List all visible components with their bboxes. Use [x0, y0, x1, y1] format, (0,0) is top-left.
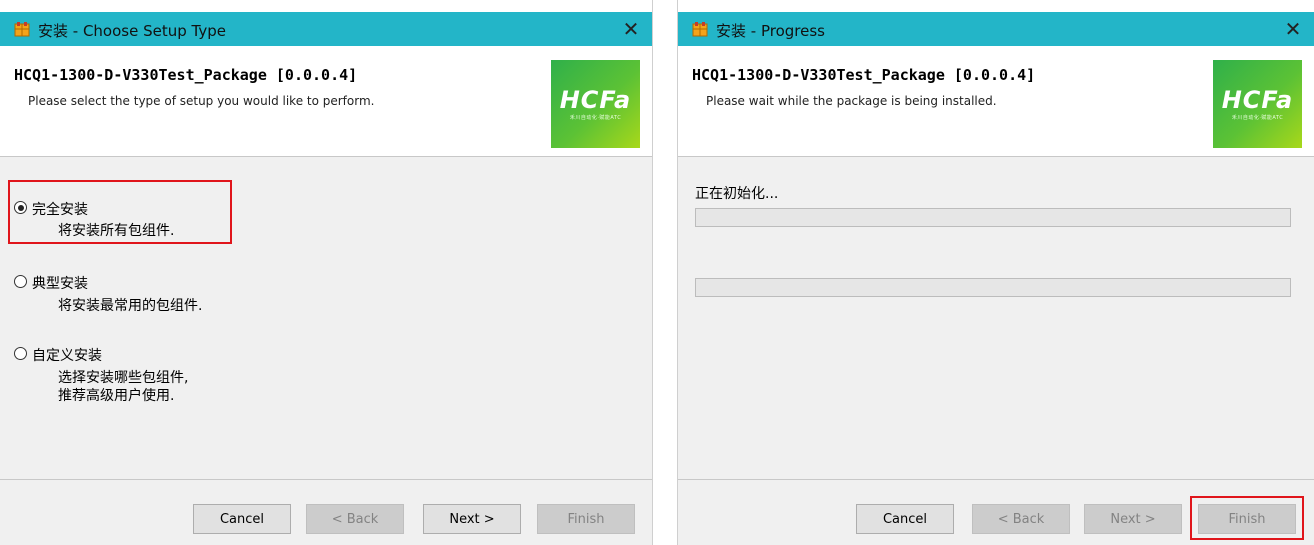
logo-text: HCFa: [1221, 86, 1294, 114]
window-title: 安装 - Choose Setup Type: [38, 22, 226, 40]
option-description: 将安装最常用的包组件.: [58, 298, 203, 314]
installer-app-icon: [14, 22, 30, 37]
option-label: 典型安装: [32, 276, 88, 292]
wizard-header: HCQ1-1300-D-V330Test_Package [0.0.0.4] P…: [0, 46, 652, 157]
title-bar[interactable]: 安装 - Choose Setup Type ✕: [0, 12, 652, 46]
option-label: 完全安装: [32, 202, 88, 218]
overall-progress-bar: [695, 208, 1291, 227]
option-description: 将安装所有包组件.: [58, 223, 175, 239]
window-title: 安装 - Progress: [716, 22, 825, 40]
next-button[interactable]: Next >: [1084, 504, 1182, 534]
hcfa-logo: HCFa 禾川自动化·赋能ATC: [1213, 60, 1302, 148]
page-subtitle: Please select the type of setup you woul…: [28, 94, 375, 108]
status-text: 正在初始化...: [695, 186, 779, 202]
wizard-footer: Cancel < Back Next > Finish: [0, 480, 652, 545]
radio-selected-icon[interactable]: [14, 201, 27, 214]
radio-unselected-icon[interactable]: [14, 275, 27, 288]
close-icon[interactable]: ✕: [1280, 16, 1306, 42]
cancel-button[interactable]: Cancel: [193, 504, 291, 534]
package-title: HCQ1-1300-D-V330Test_Package [0.0.0.4]: [14, 66, 358, 84]
close-icon[interactable]: ✕: [618, 16, 644, 42]
finish-button[interactable]: Finish: [537, 504, 635, 534]
option-label: 自定义安装: [32, 348, 102, 364]
back-button[interactable]: < Back: [306, 504, 404, 534]
component-progress-bar: [695, 278, 1291, 297]
setup-type-window: 安装 - Choose Setup Type ✕ HCQ1-1300-D-V33…: [0, 0, 652, 545]
logo-subtext: 禾川自动化·赋能ATC: [1231, 115, 1284, 121]
title-bar[interactable]: 安装 - Progress ✕: [678, 12, 1314, 46]
wizard-footer: Cancel < Back Next > Finish: [678, 480, 1314, 545]
back-button[interactable]: < Back: [972, 504, 1070, 534]
setup-options-panel: 完全安装 将安装所有包组件. 典型安装 将安装最常用的包组件. 自定义安装 选择…: [0, 157, 652, 480]
option-description: 选择安装哪些包组件, 推荐高级用户使用.: [58, 370, 189, 404]
logo-text: HCFa: [559, 86, 632, 114]
wizard-header: HCQ1-1300-D-V330Test_Package [0.0.0.4] P…: [678, 46, 1314, 157]
progress-panel: 正在初始化...: [678, 157, 1314, 480]
finish-highlight-box: [1190, 496, 1304, 540]
hcfa-logo: HCFa 禾川自动化·赋能ATC: [551, 60, 640, 148]
installer-app-icon: [692, 22, 708, 37]
progress-window: 安装 - Progress ✕ HCQ1-1300-D-V330Test_Pac…: [678, 0, 1314, 545]
next-button[interactable]: Next >: [423, 504, 521, 534]
package-title: HCQ1-1300-D-V330Test_Package [0.0.0.4]: [692, 66, 1036, 84]
page-subtitle: Please wait while the package is being i…: [706, 94, 997, 108]
radio-unselected-icon[interactable]: [14, 347, 27, 360]
cancel-button[interactable]: Cancel: [856, 504, 954, 534]
logo-subtext: 禾川自动化·赋能ATC: [569, 115, 622, 121]
